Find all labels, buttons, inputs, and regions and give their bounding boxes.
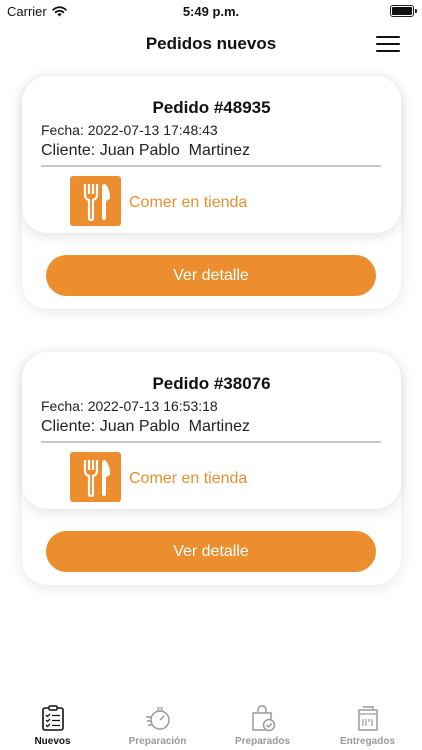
status-bar: Carrier 5:49 p.m.	[0, 0, 422, 24]
order-info-panel: Pedido #48935 Fecha: 2022-07-13 17:48:43…	[22, 76, 401, 233]
tab-nuevos[interactable]: Nuevos	[0, 700, 105, 750]
clock: 5:49 p.m.	[182, 4, 240, 19]
clipboard-checklist-icon	[41, 705, 64, 731]
divider	[41, 165, 381, 167]
tab-label: Preparación	[128, 736, 187, 747]
order-title: Pedido #38076	[152, 374, 271, 393]
tab-preparacion[interactable]: Preparación	[105, 700, 210, 750]
fork-knife-icon	[70, 452, 121, 502]
service-type-label: Comer en tienda	[129, 470, 248, 487]
stopwatch-icon	[145, 707, 170, 730]
service-type-label: Comer en tienda	[129, 194, 248, 211]
view-detail-button[interactable]: Ver detalle	[46, 255, 376, 296]
tab-label: Entregados	[339, 736, 395, 747]
fork-knife-icon	[70, 176, 121, 226]
divider	[41, 441, 381, 443]
order-card: Pedido #38076 Fecha: 2022-07-13 16:53:18…	[22, 352, 401, 585]
order-date: Fecha: 2022-07-13 17:48:43	[41, 122, 218, 138]
order-info-panel: Pedido #38076 Fecha: 2022-07-13 16:53:18…	[22, 352, 401, 509]
hamburger-menu-icon[interactable]	[376, 36, 400, 54]
tab-preparados[interactable]: Preparados	[210, 700, 315, 750]
tab-label: Nuevos	[34, 736, 71, 747]
view-detail-button[interactable]: Ver detalle	[46, 531, 376, 572]
delivery-box-icon	[357, 706, 378, 731]
tab-bar: Nuevos Preparación Preparados Entregados	[0, 700, 422, 750]
navigation-bar: Pedidos nuevos	[0, 26, 422, 62]
order-title: Pedido #48935	[152, 98, 271, 117]
order-client: Cliente: Juan Pablo Martinez	[41, 142, 250, 159]
order-client: Cliente: Juan Pablo Martinez	[41, 418, 250, 435]
order-card: Pedido #48935 Fecha: 2022-07-13 17:48:43…	[22, 76, 401, 309]
page-title: Pedidos nuevos	[145, 34, 277, 53]
tab-label: Preparados	[234, 736, 291, 747]
battery-icon	[390, 5, 417, 17]
order-date: Fecha: 2022-07-13 16:53:18	[41, 398, 218, 414]
bag-check-icon	[251, 705, 275, 732]
tab-entregados[interactable]: Entregados	[315, 700, 420, 750]
